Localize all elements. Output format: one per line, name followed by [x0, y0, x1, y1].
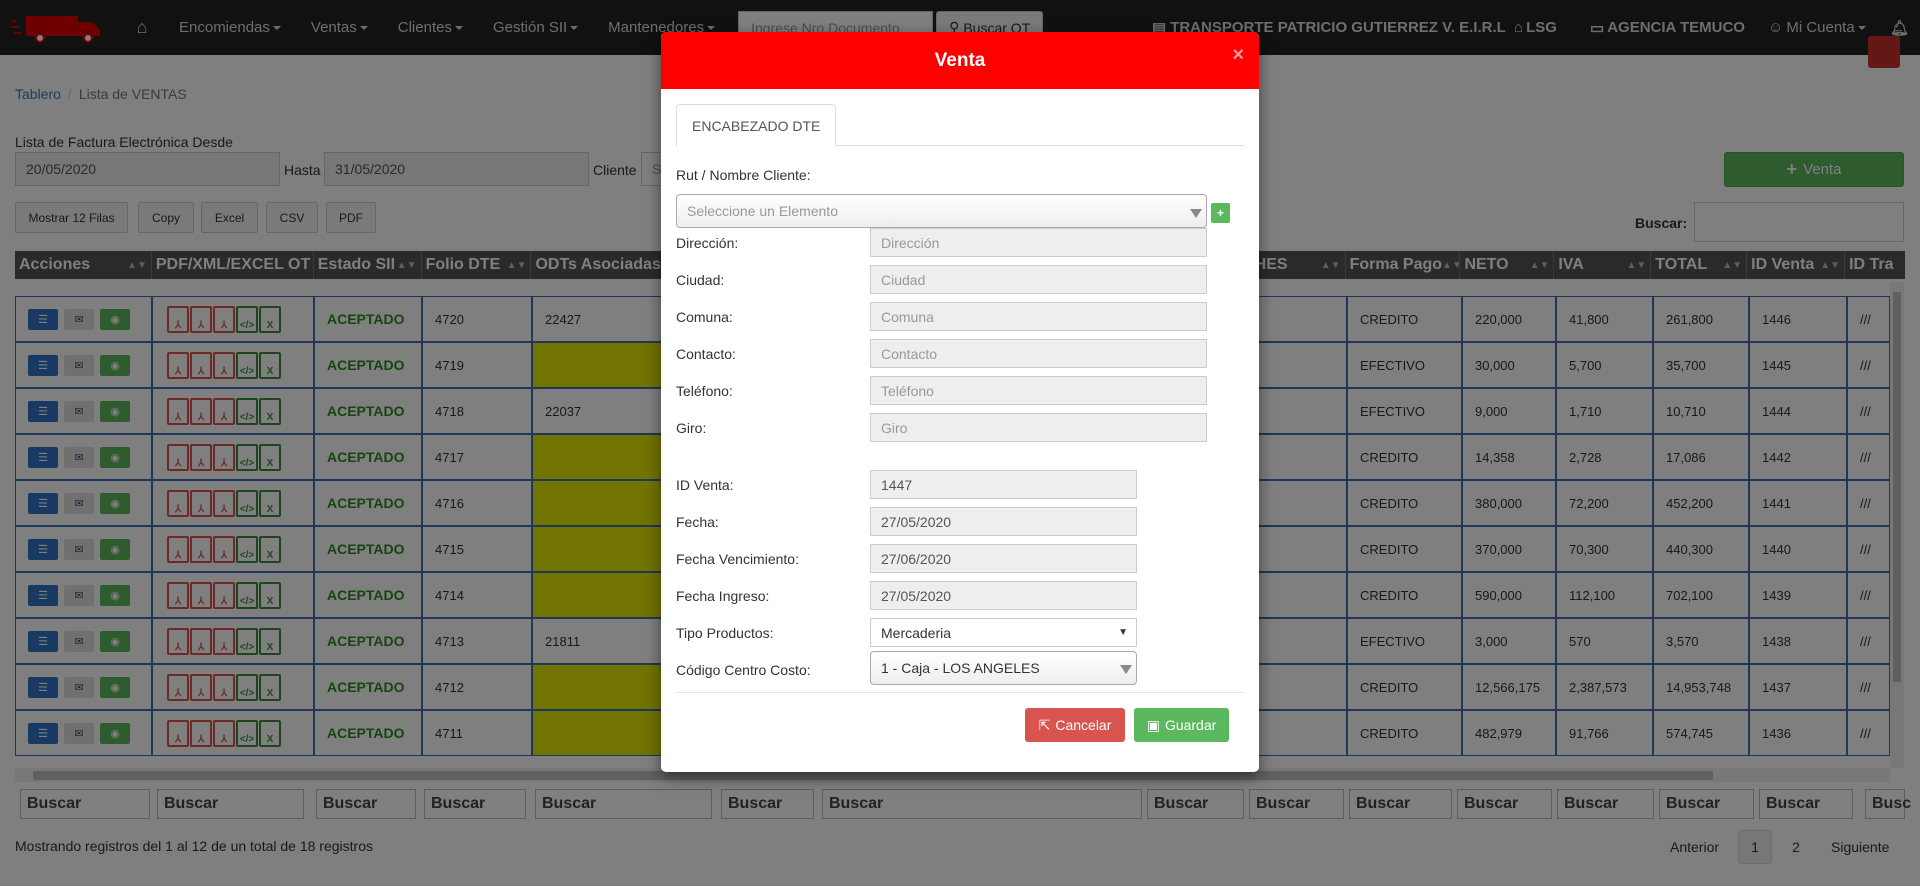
field-label: Ciudad: [676, 272, 725, 288]
telefono-input[interactable]: Teléfono [870, 376, 1207, 405]
add-client-button[interactable]: + [1211, 203, 1230, 223]
field-label: Fecha: [676, 514, 719, 530]
ciudad-input[interactable]: Ciudad [870, 265, 1207, 294]
centro-costo-select[interactable]: 1 - Caja - LOS ANGELES [870, 651, 1137, 685]
save-button[interactable]: ▣ Guardar [1134, 708, 1229, 742]
id-venta-input[interactable]: 1447 [870, 470, 1137, 499]
field-label: Teléfono: [676, 383, 733, 399]
sign-out-icon: ⇱ [1038, 716, 1051, 733]
field-label: Giro: [676, 420, 707, 436]
client-label: Rut / Nombre Cliente: [676, 167, 811, 183]
giro-input[interactable]: Giro [870, 413, 1207, 442]
select-value: Mercaderia [881, 624, 952, 641]
field-label: Fecha Vencimiento: [676, 551, 799, 567]
field-label: Contacto: [676, 346, 736, 362]
select-placeholder: Seleccione un Elemento [687, 203, 838, 219]
direccion-input[interactable]: Dirección [870, 228, 1207, 257]
centro-costo-label: Código Centro Costo: [676, 662, 811, 678]
modal-title: Venta [934, 49, 986, 71]
close-icon[interactable]: × [1232, 44, 1244, 67]
modal-header: Venta × [661, 32, 1259, 89]
button-label: Guardar [1164, 717, 1217, 733]
caret-down-icon: ▼ [1118, 627, 1128, 638]
tab-encabezado-dte[interactable]: ENCABEZADO DTE [676, 104, 837, 147]
button-label: Cancelar [1055, 717, 1112, 733]
chevron-down-icon [1120, 665, 1132, 674]
field-label: ID Venta: [676, 477, 734, 493]
sale-modal: Venta × ENCABEZADO DTE Rut / Nombre Clie… [661, 32, 1259, 772]
cancel-button[interactable]: ⇱ Cancelar [1025, 708, 1125, 742]
comuna-input[interactable]: Comuna [870, 302, 1207, 331]
client-select[interactable]: Seleccione un Elemento [676, 194, 1207, 228]
modal-footer-divider [676, 692, 1244, 693]
tipo-productos-label: Tipo Productos: [676, 625, 774, 641]
field-label: Dirección: [676, 235, 739, 251]
chevron-down-icon [1190, 209, 1202, 218]
field-label: Fecha Ingreso: [676, 588, 770, 604]
fecha-vencimiento-input[interactable]: 27/06/2020 [870, 544, 1137, 573]
floppy-disk-icon: ▣ [1146, 716, 1160, 733]
field-label: Comuna: [676, 309, 733, 325]
modal-tabs: ENCABEZADO DTE [676, 104, 1244, 147]
select-value: 1 - Caja - LOS ANGELES [881, 660, 1040, 676]
fecha-ingreso-input[interactable]: 27/05/2020 [870, 581, 1137, 610]
tipo-productos-select[interactable]: Mercaderia ▼ [870, 618, 1137, 647]
contacto-input[interactable]: Contacto [870, 339, 1207, 368]
fecha-input[interactable]: 27/05/2020 [870, 507, 1137, 536]
